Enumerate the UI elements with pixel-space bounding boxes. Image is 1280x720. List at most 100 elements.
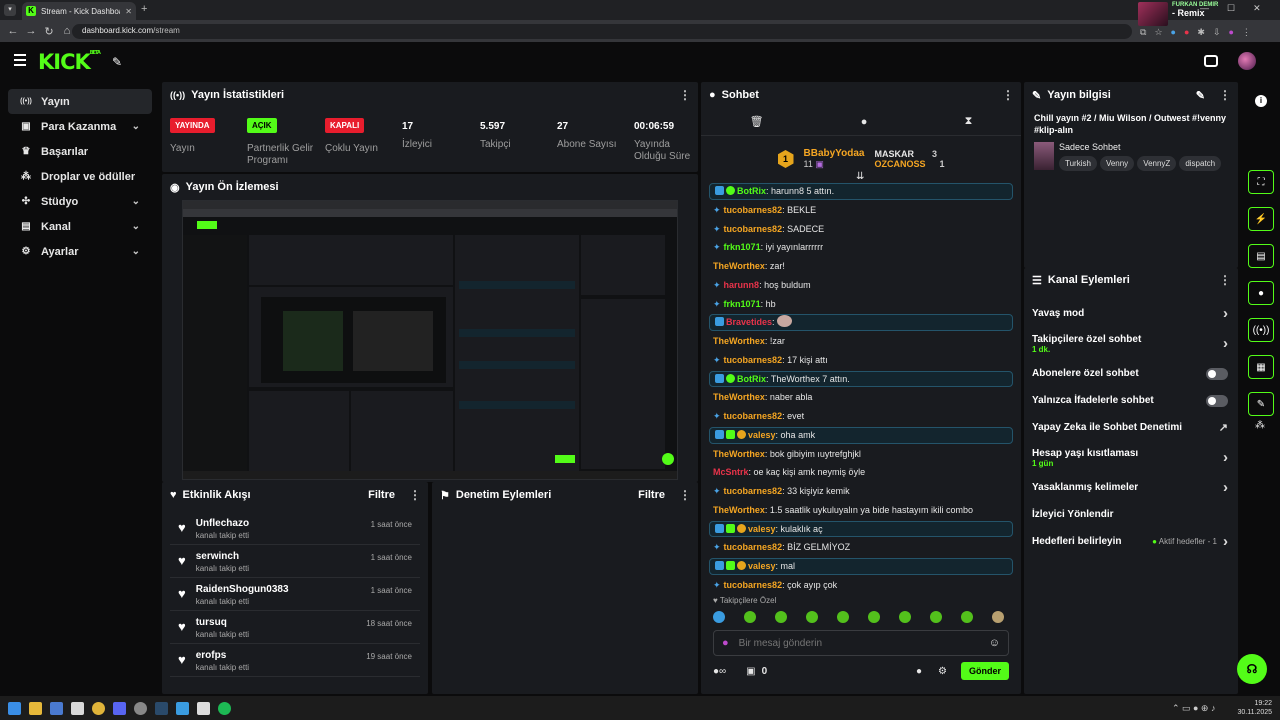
chat-message-field[interactable] xyxy=(738,637,979,649)
emote-icon[interactable] xyxy=(806,611,818,623)
chat-message[interactable]: TheWorthex: !zar xyxy=(701,332,1021,351)
chat-settings-icon[interactable]: ⚙ xyxy=(938,666,947,677)
chat-message[interactable]: TheWorthex: bok gibiyim ıuytrefghjkl xyxy=(701,445,1021,464)
activity-item[interactable]: ♥ tursuq kanalı takip etti 18 saat önce xyxy=(170,611,420,644)
chat-message[interactable]: ✦ harunn8: hoş buldum xyxy=(701,276,1021,295)
sidebar-item-6[interactable]: ⚙ Ayarlar ⌄ xyxy=(8,239,152,264)
app-icon[interactable] xyxy=(176,701,189,715)
maximize-icon[interactable]: ☐ xyxy=(1227,3,1235,14)
chat-message[interactable]: ✦ tucobarnes82: 17 kişi attı xyxy=(701,351,1021,370)
rail-preview-button[interactable]: ⛶ xyxy=(1248,170,1274,194)
chat-username[interactable]: TheWorthex xyxy=(713,336,765,346)
chat-message[interactable]: TheWorthex: naber abla xyxy=(701,388,1021,407)
emote-icon[interactable] xyxy=(837,611,849,623)
mic-icon[interactable]: ● xyxy=(722,637,729,649)
chat-username[interactable]: frkn1071 xyxy=(724,242,761,252)
rail-panels-button[interactable]: ▦ xyxy=(1248,355,1274,379)
activity-filter-button[interactable]: Filtre xyxy=(368,489,395,501)
chat-message[interactable]: BotRix: TheWorthex 7 attın. xyxy=(709,370,1013,388)
emoji-icon[interactable]: ☺ xyxy=(989,637,1000,649)
chat-message[interactable]: Bravetides: xyxy=(709,314,1013,331)
browser-tab[interactable]: K Stream - Kick Dashboard ✕ xyxy=(22,2,136,20)
tools-icon[interactable]: ✎ xyxy=(112,55,122,69)
chat-username[interactable]: valesy xyxy=(748,430,776,440)
info-icon[interactable]: i xyxy=(1255,95,1267,107)
chat-message[interactable]: ✦ frkn1071: iyi yayınlarrrrrr xyxy=(701,238,1021,257)
chat-username[interactable]: harunn8 xyxy=(724,280,760,290)
spotify-icon[interactable] xyxy=(218,701,231,715)
emote-icon[interactable] xyxy=(992,611,1004,623)
chat-username[interactable]: tucobarnes82 xyxy=(724,580,783,590)
channel-action-row[interactable]: Yasaklanmış kelimeler › xyxy=(1024,474,1238,501)
channel-actions-menu-icon[interactable]: ⋮ xyxy=(1219,273,1231,287)
extension-icon[interactable]: ⧉ xyxy=(1140,27,1146,38)
sidebar-item-3[interactable]: ⁂ Droplar ve ödüller xyxy=(8,164,152,189)
rail-lightning-button[interactable]: ⚡ xyxy=(1248,207,1274,231)
taskview-icon[interactable] xyxy=(71,701,84,715)
sidebar-item-5[interactable]: ▤ Kanal ⌄ xyxy=(8,214,152,239)
collapse-icon[interactable]: ⇊ xyxy=(856,171,864,182)
emote-icon[interactable] xyxy=(775,611,787,623)
chat-username[interactable]: tucobarnes82 xyxy=(724,205,783,215)
chat-username[interactable]: tucobarnes82 xyxy=(724,411,783,421)
kick-logo[interactable]: KICKBETA xyxy=(38,50,101,74)
close-tab-icon[interactable]: ✕ xyxy=(125,7,132,16)
discord-icon[interactable] xyxy=(113,701,126,715)
support-headset-button[interactable]: ☊ xyxy=(1237,654,1267,684)
chat-username[interactable]: TheWorthex xyxy=(713,261,765,271)
trash-icon[interactable]: 🗑 xyxy=(750,115,764,128)
avatar[interactable] xyxy=(1238,52,1256,70)
chat-message[interactable]: TheWorthex: zar! xyxy=(701,257,1021,276)
channel-action-row[interactable]: Yavaş mod › xyxy=(1024,300,1238,327)
chat-message[interactable]: ✦ tucobarnes82: evet xyxy=(701,407,1021,426)
chat-message[interactable]: valesy: oha amk xyxy=(709,426,1013,444)
chat-username[interactable]: valesy xyxy=(748,524,776,534)
browser-menu-icon[interactable]: ⋮ xyxy=(1242,27,1251,38)
explorer-icon[interactable] xyxy=(29,701,42,715)
chrome-icon[interactable] xyxy=(92,701,105,715)
channel-action-row[interactable]: Yapay Zeka ile Sohbet Denetimi ↗ xyxy=(1024,414,1238,441)
chat-username[interactable]: tucobarnes82 xyxy=(724,224,783,234)
activity-item[interactable]: ♥ Unflechazo kanalı takip etti 1 saat önce xyxy=(170,512,420,545)
clock[interactable]: 19:22 30.11.2025 xyxy=(1237,699,1272,717)
new-tab-button[interactable]: + xyxy=(141,3,147,15)
rail-notes-button[interactable]: ▤ xyxy=(1248,244,1274,268)
obs-icon[interactable] xyxy=(134,701,147,715)
channel-action-row[interactable]: Yalnızca İfadelerle sohbet xyxy=(1024,387,1238,414)
emote-icon[interactable] xyxy=(899,611,911,623)
url-field[interactable]: dashboard.kick.com/stream xyxy=(72,24,1132,39)
activity-item[interactable]: ♥ erofps kanalı takip etti 19 saat önce xyxy=(170,644,420,677)
tray-icons[interactable]: ⌃ ▭ ● ⊕ ♪ xyxy=(1172,703,1216,714)
stream-tag[interactable]: VennyZ xyxy=(1137,156,1177,171)
sidebar-item-0[interactable]: ((•)) Yayın xyxy=(8,89,152,114)
chat-message[interactable]: valesy: kulaklık aç xyxy=(709,520,1013,538)
emote-icon[interactable] xyxy=(868,611,880,623)
back-icon[interactable]: ← xyxy=(4,25,22,37)
chat-message[interactable]: McSntrk: oe kaç kişi amk neymiş öyle xyxy=(701,463,1021,482)
chat-message[interactable]: valesy: mal xyxy=(709,558,1013,575)
chat-message[interactable]: ✦ frkn1071: hb xyxy=(701,295,1021,314)
chat-bubble-icon[interactable]: ● xyxy=(861,116,868,128)
hamburger-menu-icon[interactable] xyxy=(14,54,26,66)
stream-manager-icon[interactable] xyxy=(1204,55,1218,67)
edit-icon[interactable]: ✎ xyxy=(1196,89,1205,102)
stream-info-menu-icon[interactable]: ⋮ xyxy=(1219,88,1231,102)
chat-username[interactable]: BotRix xyxy=(737,186,766,196)
toggle-switch[interactable] xyxy=(1206,394,1228,407)
shield-icon[interactable]: ● xyxy=(1171,27,1176,38)
chat-input[interactable]: ● ☺ xyxy=(713,630,1009,656)
channel-action-row[interactable]: Hedefleri belirleyin ● Aktif hedefler - 1… xyxy=(1024,528,1238,555)
reload-icon[interactable]: ↻ xyxy=(40,25,58,38)
emote-icon[interactable] xyxy=(930,611,942,623)
bookmark-icon[interactable]: ● xyxy=(1184,27,1189,38)
stream-tag[interactable]: Turkish xyxy=(1059,156,1097,171)
sidebar-item-1[interactable]: ▣ Para Kazanma ⌄ xyxy=(8,114,152,139)
profile-icon[interactable]: ● xyxy=(1228,27,1233,38)
chat-message[interactable]: ✦ tucobarnes82: 33 kişiyiz kemik xyxy=(701,482,1021,501)
hourglass-icon[interactable]: ⧗ xyxy=(965,115,973,128)
download-icon[interactable]: ⇩ xyxy=(1213,27,1221,38)
mail-icon[interactable] xyxy=(50,701,63,715)
stream-tag[interactable]: Venny xyxy=(1099,156,1135,171)
send-button[interactable]: Gönder xyxy=(960,662,1009,680)
emote-icon[interactable] xyxy=(744,611,756,623)
